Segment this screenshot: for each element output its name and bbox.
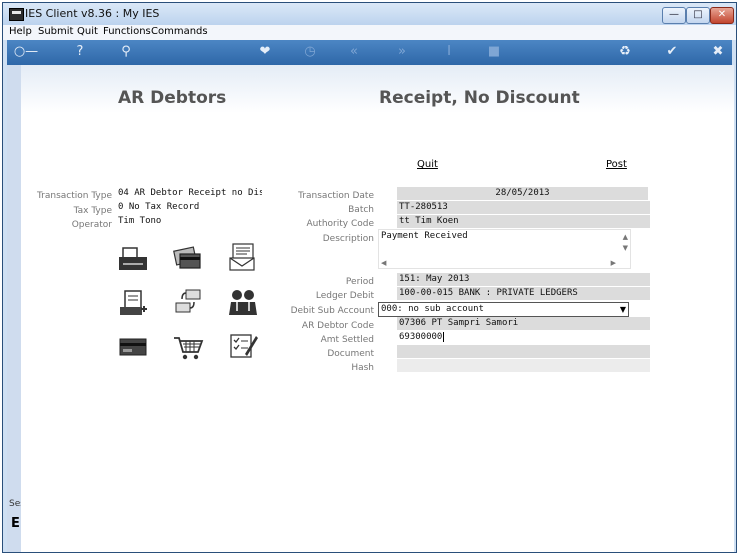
hash-label: Hash [351,363,374,373]
debit-sub-account-select[interactable]: 000: no sub account ▼ [378,302,629,317]
recycle-icon[interactable]: ♻ [615,43,635,61]
checkmark-icon[interactable]: ✔ [662,43,682,61]
rewind-icon[interactable]: « [344,43,364,61]
ledger-debit-field[interactable]: 100-00-015 BANK : PRIVATE LEDGERS [397,287,650,300]
payment-card-icon[interactable] [117,332,149,362]
close-window-button[interactable]: ✕ [710,7,734,24]
chevron-down-icon[interactable]: ▼ [620,303,626,316]
tax-type-value[interactable]: 0 No Tax Record [116,201,262,214]
period-label: Period [345,277,374,287]
stop-icon[interactable]: ■ [484,43,504,61]
form-title: Receipt, No Discount [379,88,580,108]
menu-submit[interactable]: Submit [38,26,73,37]
description-text: Payment Received [381,231,468,241]
menu-quit[interactable]: Quit [77,26,98,37]
shopping-cart-icon[interactable] [172,332,204,362]
menu-bar: Help Submit Quit Functions Commands [3,25,736,40]
app-icon [9,8,24,21]
window-title: IES Client v8.36 : My IES [25,7,160,20]
post-link[interactable]: Post [606,159,627,170]
document-field[interactable] [397,345,650,358]
printer-icon[interactable] [117,244,149,274]
scroll-up-arrow-icon[interactable]: ▲ [623,233,628,241]
close-icon[interactable]: ✖ [708,43,728,61]
debit-sub-account-label: Debit Sub Account [290,306,374,316]
transaction-type-label: Transaction Type [36,191,112,201]
invoice-envelope-icon[interactable] [227,242,259,272]
authority-code-label: Authority Code [306,219,374,229]
document-label: Document [327,349,374,359]
help-icon[interactable]: ? [70,43,90,61]
maximize-button[interactable]: □ [686,7,710,24]
batch-label: Batch [348,205,374,215]
scroll-right-arrow-icon[interactable]: ▶ [611,259,616,267]
menu-help[interactable]: Help [9,26,32,37]
heart-icon[interactable]: ❤ [255,43,275,61]
left-panel-strip [7,65,21,552]
operator-value[interactable]: Tim Tono [116,215,262,228]
transaction-date-field[interactable]: 28/05/2013 [397,187,648,200]
amt-settled-value: 69300000 [399,332,443,342]
money-transfer-icon[interactable] [172,287,204,317]
menu-functions[interactable]: Functions [103,26,151,37]
search-icon[interactable]: ⚲ [116,43,136,61]
amt-settled-label: Amt Settled [320,335,374,345]
users-group-icon[interactable] [227,287,259,317]
scroll-down-arrow-icon[interactable]: ▼ [623,244,628,252]
menu-commands[interactable]: Commands [151,26,208,37]
period-field[interactable]: 151: May 2013 [397,273,650,286]
text-cursor-icon[interactable]: I [439,43,459,61]
fast-forward-icon[interactable]: » [392,43,412,61]
authority-code-field[interactable]: tt Tim Koen [397,215,650,228]
credit-card-icon[interactable] [172,244,204,274]
side-panel-glyph: E [11,516,20,531]
scroll-left-arrow-icon[interactable]: ◀ [381,259,386,267]
description-label: Description [322,234,374,244]
transaction-date-label: Transaction Date [298,191,374,201]
text-caret: ​ [443,332,445,342]
checklist-edit-icon[interactable] [227,330,259,360]
amt-settled-input[interactable]: 69300000​ [397,331,650,344]
minimize-button[interactable]: — [662,7,686,24]
module-title: AR Debtors [118,88,227,108]
ar-debtor-code-label: AR Debtor Code [301,321,374,331]
toolbar: ○— ? ⚲ ❤ ◷ « » I ■ ♻ ✔ ✖ [7,40,732,66]
form-area: AR Debtors Receipt, No Discount Quit Pos… [21,65,734,552]
transaction-type-value[interactable]: 04 AR Debtor Receipt no Disco [116,187,262,200]
app-window: IES Client v8.36 : My IES — □ ✕ Help Sub… [2,2,737,553]
tax-type-label: Tax Type [73,206,112,216]
title-bar: IES Client v8.36 : My IES — □ ✕ [3,3,736,25]
ar-debtor-code-field[interactable]: 07306 PT Sampri Samori [397,317,650,330]
clock-icon[interactable]: ◷ [300,43,320,61]
batch-field[interactable]: TT-280513 [397,201,650,214]
hash-field[interactable] [397,359,650,372]
key-icon[interactable]: ○— [13,43,39,61]
cash-register-icon[interactable] [117,289,149,319]
quit-link[interactable]: Quit [417,159,438,170]
description-textarea[interactable]: Payment Received ▲ ▼ ◀ ▶ [378,229,631,269]
debit-sub-account-value: 000: no sub account [381,304,484,314]
operator-label: Operator [71,220,112,230]
ledger-debit-label: Ledger Debit [315,291,374,301]
